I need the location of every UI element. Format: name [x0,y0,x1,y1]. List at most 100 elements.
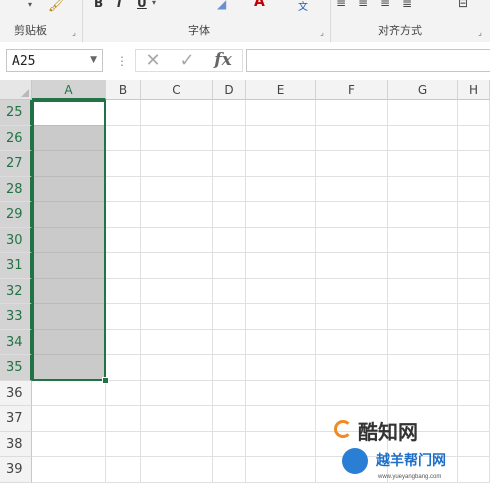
cell-e34[interactable] [246,329,316,355]
select-all-button[interactable] [0,80,32,100]
italic-button[interactable]: I [117,0,121,10]
cell-b28[interactable] [106,176,141,202]
cell-f31[interactable] [316,253,388,279]
cell-b27[interactable] [106,151,141,177]
cell-b31[interactable] [106,253,141,279]
cell-h33[interactable] [458,304,490,330]
bold-button[interactable]: B [94,0,103,10]
cell-a37[interactable] [32,406,106,432]
cell-h28[interactable] [458,176,490,202]
cell-e31[interactable] [246,253,316,279]
cell-d26[interactable] [213,125,246,151]
cell-g25[interactable] [388,100,458,126]
column-header-a[interactable]: A [32,80,106,100]
formula-input[interactable] [246,49,490,72]
underline-button[interactable]: U [137,0,147,10]
row-header-36[interactable]: 36 [0,380,32,406]
cell-c39[interactable] [141,457,213,483]
cell-c27[interactable] [141,151,213,177]
cell-f26[interactable] [316,125,388,151]
row-header-31[interactable]: 31 [0,253,32,279]
row-header-32[interactable]: 32 [0,278,32,304]
cell-c28[interactable] [141,176,213,202]
row-header-25[interactable]: 25 [0,100,32,126]
cell-c38[interactable] [141,431,213,457]
cell-f32[interactable] [316,278,388,304]
cell-b26[interactable] [106,125,141,151]
cell-d34[interactable] [213,329,246,355]
cell-b32[interactable] [106,278,141,304]
cell-c26[interactable] [141,125,213,151]
cell-h36[interactable] [458,380,490,406]
clipboard-launcher-icon[interactable]: ⌟ [70,29,78,37]
cell-g31[interactable] [388,253,458,279]
cell-g35[interactable] [388,355,458,381]
cell-d29[interactable] [213,202,246,228]
row-header-35[interactable]: 35 [0,355,32,381]
cell-c30[interactable] [141,227,213,253]
enter-icon[interactable]: ✓ [172,50,202,71]
cell-g34[interactable] [388,329,458,355]
cell-e25[interactable] [246,100,316,126]
cell-e30[interactable] [246,227,316,253]
cell-d28[interactable] [213,176,246,202]
formula-bar-grip-icon[interactable]: ⋮ [116,54,128,68]
row-header-29[interactable]: 29 [0,202,32,228]
cell-b38[interactable] [106,431,141,457]
row-header-26[interactable]: 26 [0,125,32,151]
cell-h29[interactable] [458,202,490,228]
cell-f27[interactable] [316,151,388,177]
fill-color-icon[interactable]: ◢ [217,0,226,11]
cell-d32[interactable] [213,278,246,304]
cell-e36[interactable] [246,380,316,406]
paste-dropdown-icon[interactable]: ▾ [28,0,32,9]
column-header-b[interactable]: B [106,80,141,100]
column-header-c[interactable]: C [141,80,213,100]
fill-handle[interactable] [102,376,109,384]
cell-e27[interactable] [246,151,316,177]
cell-h31[interactable] [458,253,490,279]
cell-g27[interactable] [388,151,458,177]
column-header-f[interactable]: F [316,80,388,100]
font-color-icon[interactable]: A [254,0,265,10]
cell-b25[interactable] [106,100,141,126]
cell-f25[interactable] [316,100,388,126]
cell-e33[interactable] [246,304,316,330]
cell-c36[interactable] [141,380,213,406]
cell-d39[interactable] [213,457,246,483]
active-cell[interactable] [34,102,104,125]
alignment-launcher-icon[interactable]: ⌟ [476,29,484,37]
selection-range[interactable] [32,100,106,381]
cell-e38[interactable] [246,431,316,457]
underline-dropdown-icon[interactable]: ▾ [152,0,156,7]
cell-f28[interactable] [316,176,388,202]
column-header-d[interactable]: D [213,80,246,100]
cell-f36[interactable] [316,380,388,406]
cell-c32[interactable] [141,278,213,304]
cell-e35[interactable] [246,355,316,381]
align-left-icon[interactable]: ≡ [336,0,346,10]
column-header-h[interactable]: H [458,80,490,100]
cell-b30[interactable] [106,227,141,253]
cell-e26[interactable] [246,125,316,151]
cell-d35[interactable] [213,355,246,381]
cell-b34[interactable] [106,329,141,355]
cell-e28[interactable] [246,176,316,202]
cell-e32[interactable] [246,278,316,304]
align-center-icon[interactable]: ≡ [358,0,368,10]
cell-f34[interactable] [316,329,388,355]
cell-d27[interactable] [213,151,246,177]
wrap-text-icon[interactable]: 文 [298,0,308,13]
row-header-27[interactable]: 27 [0,151,32,177]
cell-e37[interactable] [246,406,316,432]
cell-e39[interactable] [246,457,316,483]
cell-a38[interactable] [32,431,106,457]
column-header-e[interactable]: E [246,80,316,100]
cell-g32[interactable] [388,278,458,304]
row-header-28[interactable]: 28 [0,176,32,202]
column-header-g[interactable]: G [388,80,458,100]
font-launcher-icon[interactable]: ⌟ [318,29,326,37]
cell-h32[interactable] [458,278,490,304]
cell-h34[interactable] [458,329,490,355]
cell-d25[interactable] [213,100,246,126]
